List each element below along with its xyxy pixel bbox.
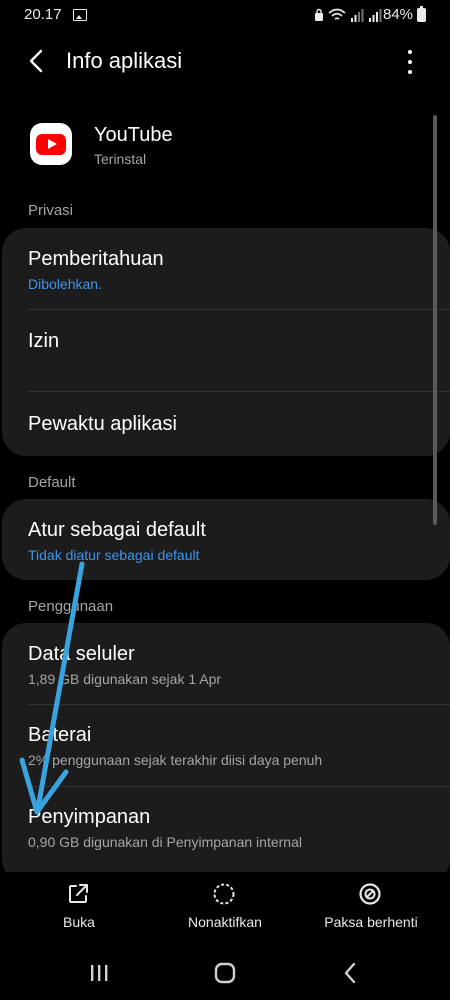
app-name: YouTube <box>94 124 173 146</box>
item-subtitle: Dibolehkan. <box>28 276 102 292</box>
settings-item-storage[interactable]: Penyimpanan 0,90 GB digunakan di Penyimp… <box>28 806 302 850</box>
open-button[interactable]: Buka <box>4 872 154 938</box>
force-stop-button[interactable]: Paksa berhenti <box>296 872 446 938</box>
settings-item-notifications[interactable]: Pemberitahuan Dibolehkan. <box>28 248 164 292</box>
youtube-logo-icon <box>30 123 72 165</box>
status-bar: 20.17 84% <box>0 0 450 30</box>
section-label-default: Default <box>28 474 76 491</box>
home-icon[interactable] <box>210 960 240 986</box>
signal-icon <box>369 9 382 22</box>
section-label-privacy: Privasi <box>28 202 74 219</box>
wifi-icon <box>328 8 346 20</box>
item-title: Data seluler <box>28 643 135 665</box>
privacy-card: Pemberitahuan Dibolehkan. Izin Pewaktu a… <box>2 228 450 456</box>
default-card: Atur sebagai default Tidak diatur sebaga… <box>2 499 450 580</box>
divider <box>28 786 450 787</box>
image-icon <box>73 9 87 21</box>
force-stop-label: Paksa berhenti <box>324 914 418 930</box>
back-icon[interactable] <box>336 960 366 986</box>
force-stop-icon <box>359 883 381 905</box>
item-title: Izin <box>28 330 60 352</box>
app-bar: Info aplikasi <box>0 36 450 86</box>
status-time: 20.17 <box>24 6 62 23</box>
page-title: Info aplikasi <box>66 48 183 73</box>
divider <box>28 391 450 392</box>
open-external-icon <box>69 884 88 903</box>
item-title: Atur sebagai default <box>28 519 206 541</box>
signal-icon <box>351 9 364 22</box>
open-label: Buka <box>63 914 95 930</box>
lock-icon <box>315 8 323 21</box>
battery-icon <box>417 6 426 22</box>
item-title: Penyimpanan <box>28 806 151 828</box>
divider <box>28 704 450 705</box>
item-title: Baterai <box>28 724 92 746</box>
item-subtitle: Tidak diatur sebagai default <box>28 547 200 563</box>
item-title: Pemberitahuan <box>28 248 164 270</box>
settings-item-set-default[interactable]: Atur sebagai default Tidak diatur sebaga… <box>28 519 206 563</box>
section-label-usage: Penggunaan <box>28 598 114 615</box>
item-subtitle: 1,89 GB digunakan sejak 1 Apr <box>28 671 222 687</box>
status-icons <box>314 7 382 23</box>
scrollbar[interactable] <box>433 115 437 525</box>
bottom-action-bar: Buka Nonaktifkan Paksa berhenti <box>0 872 450 938</box>
settings-item-app-timer[interactable]: Pewaktu aplikasi <box>28 413 177 436</box>
disable-icon <box>213 883 235 905</box>
disable-label: Nonaktifkan <box>188 914 262 930</box>
settings-item-mobile-data[interactable]: Data seluler 1,89 GB digunakan sejak 1 A… <box>28 643 221 687</box>
recent-apps-icon[interactable] <box>84 960 114 986</box>
disable-button[interactable]: Nonaktifkan <box>150 872 300 938</box>
item-subtitle: 2% penggunaan sejak terakhir diisi daya … <box>28 752 323 768</box>
more-options-icon[interactable] <box>402 50 418 74</box>
system-nav-bar <box>0 948 450 1000</box>
usage-card: Data seluler 1,89 GB digunakan sejak 1 A… <box>2 623 450 883</box>
settings-item-battery[interactable]: Baterai 2% penggunaan sejak terakhir dii… <box>28 724 322 768</box>
settings-item-permissions[interactable]: Izin <box>28 330 59 353</box>
battery-percent: 84% <box>383 6 414 23</box>
item-subtitle: 0,90 GB digunakan di Penyimpanan interna… <box>28 834 302 850</box>
app-install-status: Terinstal <box>94 151 147 167</box>
divider <box>28 309 450 310</box>
back-arrow-icon[interactable] <box>26 49 48 73</box>
item-title: Pewaktu aplikasi <box>28 413 177 435</box>
